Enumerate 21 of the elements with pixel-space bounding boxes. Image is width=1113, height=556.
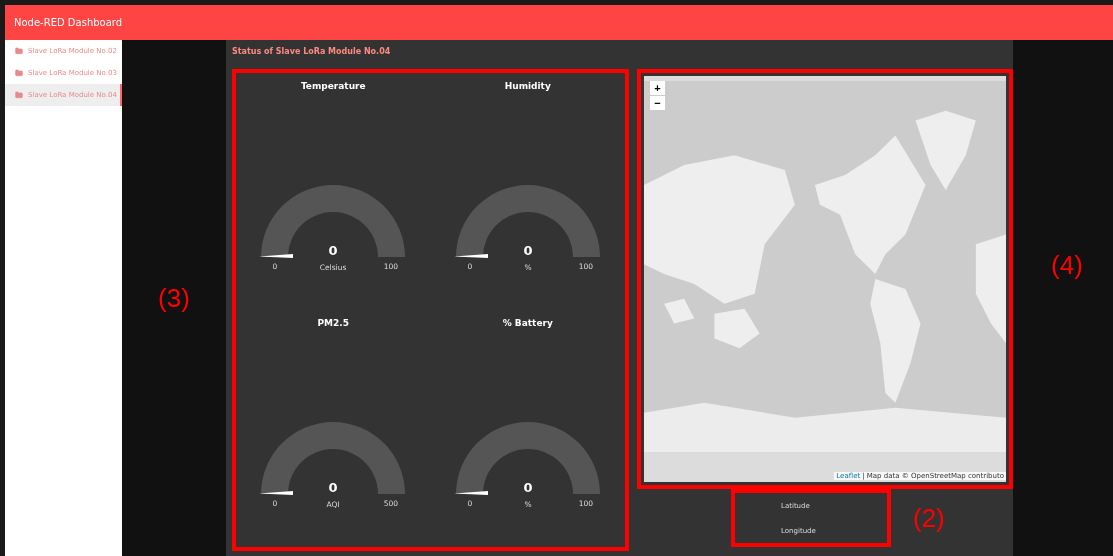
gauge-value: 0 bbox=[523, 480, 533, 495]
gauge-value: 0 bbox=[328, 243, 338, 258]
annotation-label: (3) bbox=[158, 282, 190, 314]
group-title: Status of Slave LoRa Module No.04 bbox=[232, 47, 392, 58]
folder-icon bbox=[15, 47, 23, 55]
zoom-in-button[interactable]: + bbox=[650, 81, 665, 96]
gauge-title: Temperature bbox=[300, 81, 366, 91]
gauge-title: PM2.5 bbox=[317, 318, 349, 328]
folder-icon bbox=[15, 91, 23, 99]
annotation-label: (4) bbox=[1051, 250, 1083, 282]
gauge-needle bbox=[453, 254, 488, 258]
annotation-label: (2) bbox=[913, 502, 945, 534]
gauge-needle bbox=[259, 491, 294, 495]
gauge-title: Humidity bbox=[504, 81, 551, 91]
gauge-value: 0 bbox=[328, 480, 338, 495]
gauge-needle bbox=[259, 254, 294, 258]
gauge-needle bbox=[453, 491, 488, 495]
gauge-title: % Battery bbox=[502, 318, 553, 328]
folder-icon bbox=[15, 69, 23, 77]
gauge-value: 0 bbox=[523, 243, 533, 258]
app-title: Node-RED Dashboard bbox=[14, 17, 123, 28]
